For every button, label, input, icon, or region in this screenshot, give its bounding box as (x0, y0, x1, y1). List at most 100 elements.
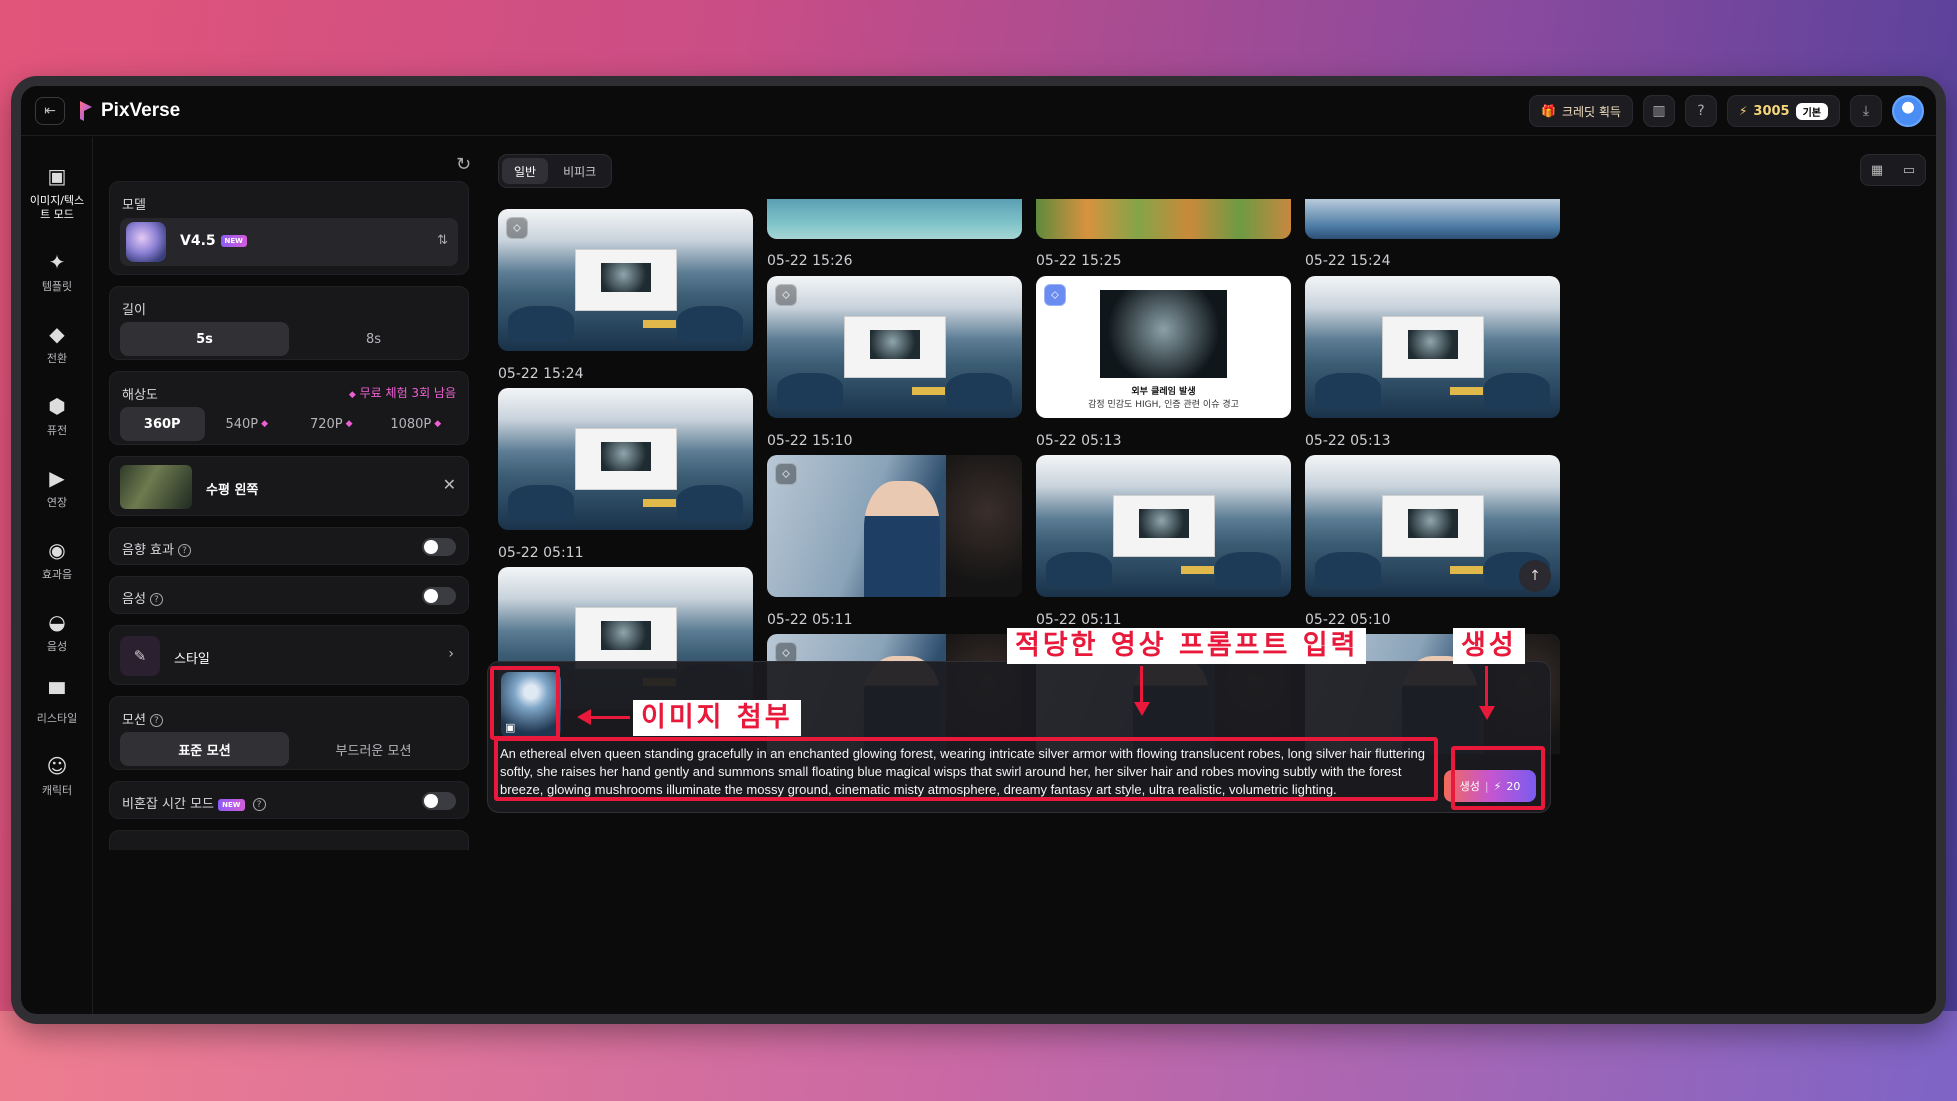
sound-wave-icon: ◉ (48, 538, 66, 562)
motion-label-text: 모션 (122, 713, 146, 728)
help-button[interactable]: ? (1684, 95, 1717, 127)
video-timestamp: 05-22 15:10 (767, 433, 853, 449)
app-root: ⇤ PixVerse 🎁 크레딧 획득 ▥ ? ⚡ 3005 기본 ⤓ ▣ 이미… (21, 86, 1936, 1014)
off-peak-label-text: 비혼잡 시간 모드 (122, 797, 214, 812)
gem-icon: ◆ (348, 390, 356, 400)
sidebar-item-transition[interactable]: ◆ 전환 (21, 321, 93, 366)
annotation-label-generate: 생성 (1453, 628, 1525, 664)
thumbnail-chair (676, 305, 743, 343)
video-timestamp: 05-22 05:11 (498, 545, 584, 561)
sidebar-item-restyle[interactable]: ▀ 리스타일 (21, 681, 93, 726)
top-bar: ⇤ PixVerse 🎁 크레딧 획득 ▥ ? ⚡ 3005 기본 ⤓ (21, 86, 1936, 136)
model-selector[interactable]: V4.5 NEW ⇅ (120, 218, 458, 266)
slide-caption-subtitle: 감정 민감도 HIGH, 인증 관련 이슈 경고 (1088, 399, 1239, 410)
thumbnail-screen (1112, 494, 1215, 558)
grid-view-icon[interactable]: ▦ (1871, 163, 1883, 178)
tab-off-peak[interactable]: 비피크 (551, 158, 608, 184)
annotation-arrow-image (586, 716, 630, 719)
video-thumbnail[interactable]: 외부 클레임 발생 감정 민감도 HIGH, 인증 관련 이슈 경고 ⬦ (1036, 276, 1291, 418)
thumbnail-tag (1181, 565, 1215, 575)
model-label: 모델 (122, 198, 146, 213)
background-glow (0, 1011, 1957, 1101)
video-thumbnail[interactable] (1305, 199, 1560, 239)
reset-settings-button[interactable]: ↻ (456, 154, 471, 175)
resolution-option-360p[interactable]: 360P (120, 407, 205, 441)
video-timestamp: 05-22 15:26 (767, 253, 853, 269)
thumbnail-chair (945, 372, 1012, 410)
video-thumbnail[interactable]: ⬦ (767, 276, 1022, 418)
video-thumbnail[interactable] (1305, 276, 1560, 418)
resolution-option-1080p[interactable]: 1080P ◆ (374, 407, 459, 441)
length-option-8s[interactable]: 8s (289, 322, 458, 356)
image-to-video-icon: ⬦ (775, 284, 797, 306)
sidebar-item-voice[interactable]: ◒ 음성 (21, 609, 93, 654)
help-icon[interactable]: ? (149, 714, 163, 727)
style-icon: ✎ (120, 636, 160, 676)
thumbnail-screen (574, 248, 677, 312)
voice-toggle[interactable] (422, 587, 456, 605)
video-timestamp: 05-22 05:13 (1305, 433, 1391, 449)
download-app-button[interactable]: ⤓ (1850, 95, 1882, 127)
gem-icon: ◆ (261, 419, 269, 429)
gift-icon: 🎁 (1541, 104, 1556, 118)
video-timestamp: 05-22 15:24 (498, 366, 584, 382)
credit-balance[interactable]: ⚡ 3005 기본 (1726, 95, 1840, 127)
style-label: 스타일 (174, 652, 210, 667)
adjust-icon: ⇅ (437, 233, 448, 248)
scroll-to-top-button[interactable]: ↑ (1519, 560, 1551, 592)
resolution-option-label: 1080P (390, 416, 432, 432)
exit-button[interactable]: ⇤ (35, 97, 65, 125)
help-icon[interactable]: ? (149, 593, 163, 606)
smile-icon: ☺ (46, 754, 68, 778)
app-window: ⇤ PixVerse 🎁 크레딧 획득 ▥ ? ⚡ 3005 기본 ⤓ ▣ 이미… (11, 76, 1946, 1024)
thumbnail-screen (574, 427, 677, 491)
video-timestamp: 05-22 05:10 (1305, 612, 1391, 628)
earn-credits-button[interactable]: 🎁 크레딧 획득 (1529, 95, 1633, 127)
tab-normal[interactable]: 일반 (502, 158, 549, 184)
motion-option-standard[interactable]: 표준 모션 (120, 732, 289, 766)
motion-option-smooth[interactable]: 부드러운 모션 (289, 732, 458, 766)
docs-button[interactable]: ▥ (1642, 95, 1675, 127)
annotation-box-generate (1451, 746, 1545, 810)
sidebar-item-fusion[interactable]: ⬢ 퓨전 (21, 393, 93, 438)
close-icon[interactable]: ✕ (443, 475, 456, 494)
help-icon[interactable]: ? (177, 544, 191, 557)
annotation-arrowhead-generate (1479, 706, 1495, 720)
length-option-5s[interactable]: 5s (120, 322, 289, 356)
more-settings-card (109, 830, 469, 850)
sidebar-item-character[interactable]: ☺ 캐릭터 (21, 753, 93, 798)
sidebar-item-extend[interactable]: ▶ 연장 (21, 465, 93, 510)
resolution-option-540p[interactable]: 540P ◆ (205, 407, 290, 441)
video-thumbnail[interactable] (1036, 455, 1291, 597)
video-thumbnail[interactable] (1036, 199, 1291, 239)
transition-name: 수평 왼쪽 (206, 483, 259, 498)
sidebar-item-sound-effect[interactable]: ◉ 효과음 (21, 537, 93, 582)
resolution-option-720p[interactable]: 720P ◆ (289, 407, 374, 441)
off-peak-toggle[interactable] (422, 792, 456, 810)
video-thumbnail[interactable] (767, 199, 1022, 239)
sidebar-label: 연장 (46, 496, 68, 509)
style-card[interactable]: ✎ 스타일 › (109, 625, 469, 685)
trial-note-text: 무료 체험 3회 남음 (359, 386, 456, 400)
pixverse-logo-icon (80, 101, 92, 121)
voice-label-text: 음성 (122, 592, 146, 607)
video-thumbnail[interactable]: ⬦ (498, 209, 753, 351)
user-avatar[interactable] (1892, 95, 1924, 127)
sidebar-label: 이미지/텍스트 모드 (29, 194, 85, 222)
sidebar-item-image-text-mode[interactable]: ▣ 이미지/텍스트 모드 (21, 163, 93, 223)
video-thumbnail[interactable]: ⬦ (767, 455, 1022, 597)
paint-roller-icon: ▀ (49, 682, 65, 706)
list-view-icon[interactable]: ▭ (1903, 163, 1915, 178)
transition-card[interactable]: 수평 왼쪽 ✕ (109, 456, 469, 516)
logo[interactable]: PixVerse (79, 100, 180, 122)
thumbnail-tag (912, 386, 946, 396)
resolution-option-label: 540P (225, 416, 259, 432)
sound-effect-card: 음향 효과? (109, 527, 469, 565)
help-icon[interactable]: ? (252, 798, 266, 811)
model-name: V4.5 NEW (180, 233, 247, 249)
app-name: PixVerse (101, 100, 181, 121)
sidebar-item-template[interactable]: ✦ 템플릿 (21, 249, 93, 294)
thumbnail-chair (1315, 551, 1382, 589)
sound-effect-toggle[interactable] (422, 538, 456, 556)
video-thumbnail[interactable] (498, 388, 753, 530)
